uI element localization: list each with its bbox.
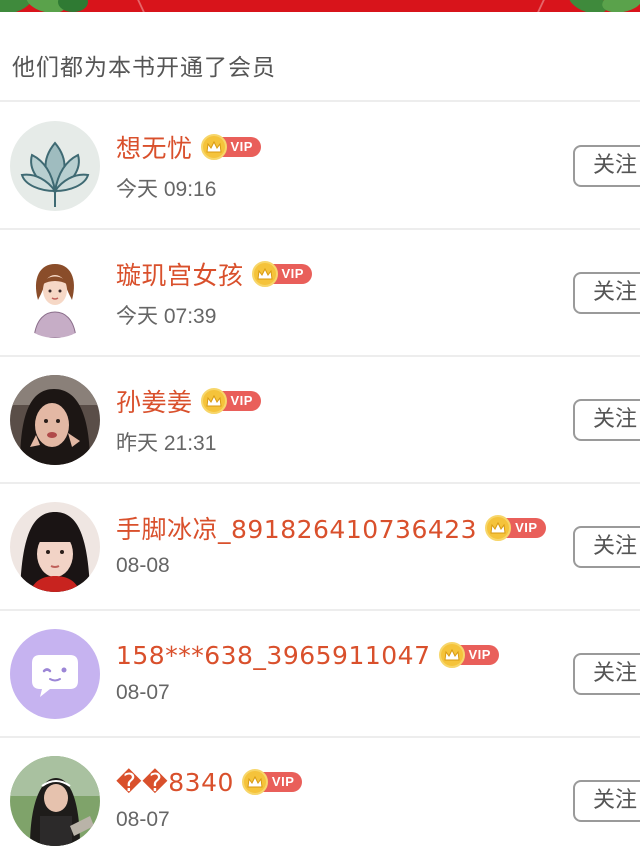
section-title: 他们都为本书开通了会员: [12, 55, 276, 81]
member-name-line: 158***638_3965911047 VIP: [116, 635, 499, 675]
crown-icon: [485, 515, 512, 541]
cartoon-girl-avatar[interactable]: [10, 248, 100, 338]
member-row[interactable]: 158***638_3965911047 VIP 08-07 关注: [0, 611, 640, 738]
member-name[interactable]: 手脚冰凉_891826410736423: [116, 510, 477, 546]
vip-label: VIP: [220, 391, 261, 411]
lotus-ink-avatar[interactable]: [10, 121, 100, 211]
vip-label: VIP: [220, 137, 261, 157]
crown-icon: [251, 261, 278, 287]
vip-badge: VIP: [241, 769, 303, 795]
vip-label: VIP: [261, 772, 303, 792]
member-name-line: 璇玑宫女孩 VIP: [116, 254, 312, 294]
follow-button[interactable]: 关注: [573, 780, 640, 822]
follow-button[interactable]: 关注: [573, 399, 640, 441]
dash-decoration: [137, 0, 145, 12]
vip-label: VIP: [505, 518, 546, 538]
member-row[interactable]: 孙姜姜 VIP 昨天 21:31 关注: [0, 357, 640, 484]
member-name[interactable]: 158***638_3965911047: [116, 641, 431, 670]
crown-icon: [200, 134, 227, 160]
member-time: 08-08: [116, 554, 170, 577]
top-banner: [0, 0, 640, 12]
member-row[interactable]: 璇玑宫女孩 VIP 今天 07:39 关注: [0, 230, 640, 357]
crown-icon: [241, 769, 268, 795]
member-name[interactable]: 想无忧: [116, 129, 193, 165]
member-name[interactable]: 孙姜姜: [116, 383, 193, 419]
follow-button[interactable]: 关注: [573, 653, 640, 695]
crown-icon: [200, 388, 227, 414]
member-time: 08-07: [116, 681, 170, 704]
vip-badge: VIP: [438, 642, 499, 668]
dash-decoration: [537, 0, 545, 12]
vip-badge: VIP: [200, 388, 261, 414]
member-time: 今天 09:16: [116, 178, 217, 201]
member-row[interactable]: ��8340 VIP 08-07 关注: [0, 738, 640, 853]
member-time: 昨天 21:31: [116, 432, 217, 455]
member-name[interactable]: 璇玑宫女孩: [116, 256, 244, 292]
member-time: 今天 07:39: [116, 305, 217, 328]
member-name-line: 孙姜姜 VIP: [116, 381, 261, 421]
selfie-photo-avatar[interactable]: [10, 375, 100, 465]
member-time: 08-07: [116, 808, 170, 831]
crown-icon: [438, 642, 465, 668]
follow-button[interactable]: 关注: [573, 272, 640, 314]
vip-badge: VIP: [251, 261, 312, 287]
leaf-decoration: [600, 0, 640, 12]
member-name-line: 手脚冰凉_891826410736423 VIP: [116, 508, 546, 548]
follow-button[interactable]: 关注: [573, 145, 640, 187]
follow-button[interactable]: 关注: [573, 526, 640, 568]
member-name-line: 想无忧 VIP: [116, 127, 261, 167]
member-row[interactable]: 想无忧 VIP 今天 09:16 关注: [0, 103, 640, 230]
girl-photo-avatar[interactable]: [10, 502, 100, 592]
default-chat-avatar[interactable]: [10, 629, 100, 719]
vip-label: VIP: [458, 645, 499, 665]
vip-badge: VIP: [200, 134, 261, 160]
member-name-line: ��8340 VIP: [116, 762, 303, 802]
outdoor-photo-avatar[interactable]: [10, 756, 100, 846]
divider: [0, 100, 640, 102]
member-name[interactable]: ��8340: [116, 768, 234, 797]
member-row[interactable]: 手脚冰凉_891826410736423 VIP 08-08 关注: [0, 484, 640, 611]
vip-badge: VIP: [485, 515, 546, 541]
member-list: 想无忧 VIP 今天 09:16 关注 璇玑宫女孩 VIP 今天 07:39 关…: [0, 103, 640, 853]
vip-label: VIP: [271, 264, 312, 284]
